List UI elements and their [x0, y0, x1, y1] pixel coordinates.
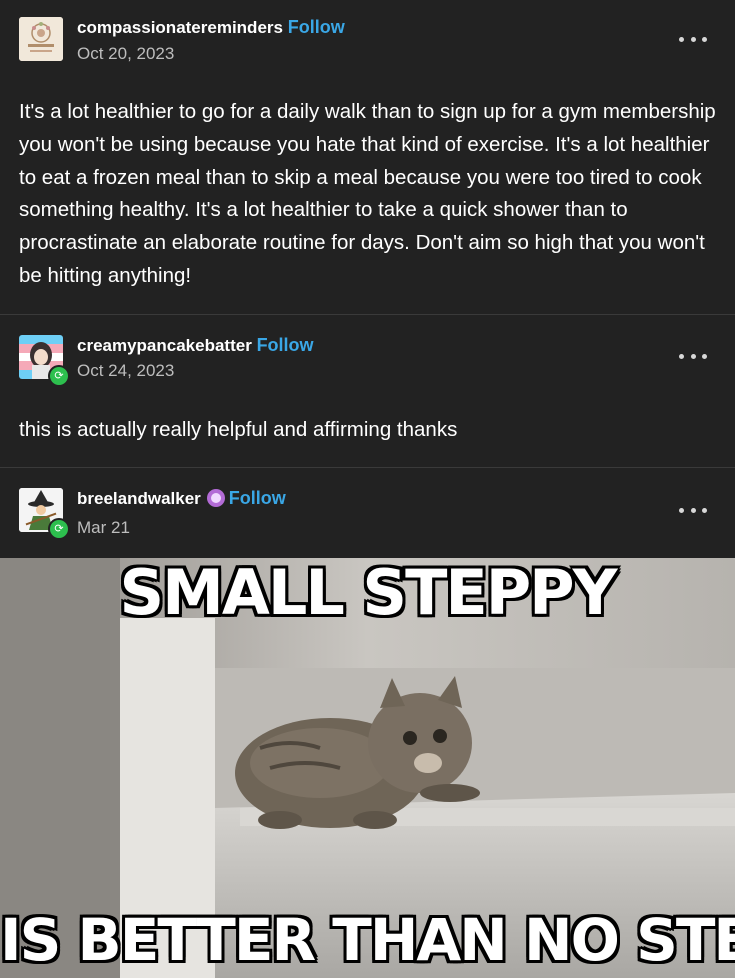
flower-wreath-icon: [19, 17, 63, 61]
post-date[interactable]: Oct 24, 2023: [77, 361, 174, 381]
more-options-icon[interactable]: [679, 34, 707, 44]
reblog-icon: ⟳: [48, 365, 70, 387]
username-text[interactable]: creamypancakebatter: [77, 336, 252, 355]
meme-top-caption: SMALL STEPPY: [119, 558, 617, 629]
meme-image: SMALL STEPPY IS BETTER THAN NO STEPPY: [0, 558, 735, 978]
follow-button[interactable]: Follow: [257, 335, 314, 355]
badge-icon: [206, 489, 225, 507]
post-date[interactable]: Oct 20, 2023: [77, 44, 174, 64]
post-breelandwalker: ⟳ breelandwalker Follow Mar 21: [0, 468, 735, 558]
post-body: this is actually really helpful and affi…: [19, 418, 458, 441]
post-username[interactable]: creamypancakebatter Follow: [77, 335, 314, 356]
reblog-icon: ⟳: [48, 518, 70, 540]
more-options-icon[interactable]: [679, 505, 707, 515]
post-username[interactable]: compassionatereminders Follow: [77, 17, 345, 38]
post-date[interactable]: Mar 21: [77, 518, 130, 538]
avatar[interactable]: [19, 17, 63, 61]
follow-button[interactable]: Follow: [229, 488, 286, 508]
post-body: It's a lot healthier to go for a daily w…: [19, 100, 716, 287]
follow-button[interactable]: Follow: [288, 17, 345, 37]
username-text[interactable]: compassionatereminders: [77, 18, 283, 37]
post-username[interactable]: breelandwalker Follow: [77, 488, 286, 509]
username-text[interactable]: breelandwalker: [77, 489, 201, 508]
post-compassionatereminders: compassionatereminders Follow Oct 20, 20…: [0, 0, 735, 314]
post-creamypancakebatter: ⟳ creamypancakebatter Follow Oct 24, 202…: [0, 315, 735, 467]
more-options-icon[interactable]: [679, 351, 707, 361]
meme-bottom-caption: IS BETTER THAN NO STEPPY: [0, 906, 735, 974]
